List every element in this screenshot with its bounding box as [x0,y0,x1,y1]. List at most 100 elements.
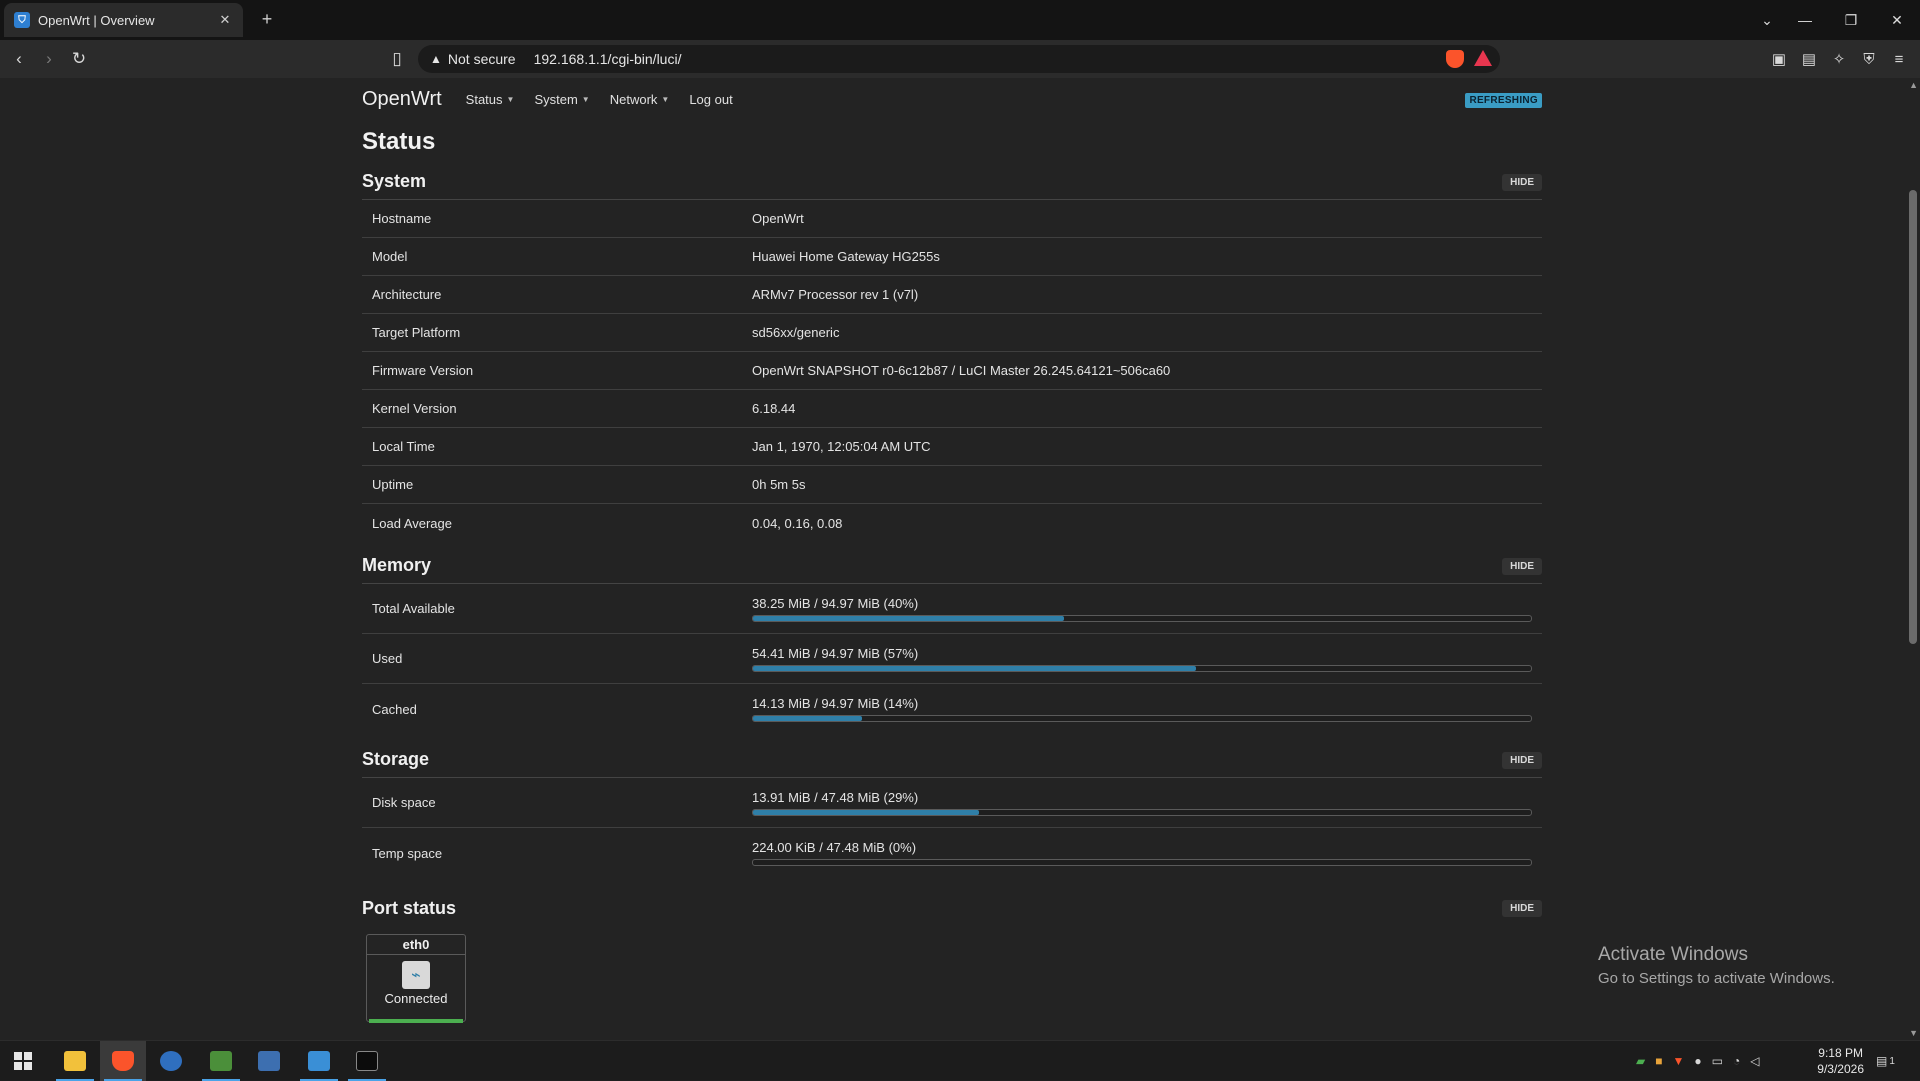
close-tab-icon[interactable]: ✕ [217,12,233,28]
table-row: Uptime 0h 5m 5s [362,466,1542,504]
table-row: Hostname OpenWrt [362,200,1542,238]
reload-icon[interactable]: ↻ [66,46,92,72]
luci-container: OpenWrt Status ▼ System ▼ Network ▼ Log out… [362,78,1542,1030]
close-window-button[interactable]: ✕ [1874,0,1920,40]
progress-bar [752,808,1532,816]
progress-bar [752,715,1532,722]
page-scrollbar[interactable]: ▲ ▼ [1906,78,1920,1040]
notification-icon: ▤ [1876,1054,1888,1068]
leo-ai-icon[interactable]: ✧ [1828,48,1850,70]
clock-time: 9:18 PM [1818,1046,1863,1060]
section-header: System HIDE [362,164,1542,200]
taskbar-file-explorer[interactable] [52,1041,98,1081]
taskbar-app-5[interactable] [246,1041,292,1081]
sidebar-icon[interactable]: ▣ [1768,48,1790,70]
progress-fill [753,716,862,721]
security-label[interactable]: Not secure [448,51,516,67]
menu-icon[interactable]: ≡ [1888,48,1910,70]
app-tray-icon[interactable]: ■ [1655,1054,1662,1068]
hide-storage-button[interactable]: HIDE [1502,752,1542,769]
brave-rewards-icon[interactable] [1474,50,1492,66]
taskbar-app-4[interactable] [198,1041,244,1081]
bookmark-icon[interactable]: ▯ [384,46,410,72]
new-tab-button[interactable]: + [256,8,278,30]
brave-tray-icon[interactable]: ▼ [1672,1054,1684,1068]
brave-shields-icon[interactable] [1446,50,1464,68]
restore-button[interactable]: ❐ [1828,0,1874,40]
taskbar-app-6[interactable] [296,1041,342,1081]
storage-section: Storage HIDE Disk space 13.91 MiB / 47.4… [362,742,1542,878]
menu-network[interactable]: Network ▼ [610,92,670,107]
taskbar-app-3[interactable] [148,1041,194,1081]
system-section: System HIDE Hostname OpenWrt Model Huawei … [362,164,1542,542]
row-value: 38.25 MiB / 94.97 MiB (40%) [752,596,1542,622]
hide-memory-button[interactable]: HIDE [1502,558,1542,575]
hide-system-button[interactable]: HIDE [1502,174,1542,191]
row-value: ARMv7 Processor rev 1 (v7l) [752,287,919,302]
usb-tool-icon [210,1051,232,1071]
refreshing-badge[interactable]: REFRESHING [1465,93,1542,108]
progress-bar [752,859,1532,866]
usage-text: 13.91 MiB / 47.48 MiB (29%) [752,789,919,805]
section-title: Storage [362,749,430,769]
back-icon[interactable]: ‹ [6,46,32,72]
section-header: Memory HIDE [362,548,1542,584]
url-text[interactable]: 192.168.1.1/cgi-bin/luci/ [534,51,682,67]
progress-bar [752,664,1532,672]
scrollbar-thumb[interactable] [1909,190,1917,644]
caret-down-icon: ▼ [506,94,515,104]
row-key: Model [372,249,408,264]
menu-logout[interactable]: Log out [689,92,732,107]
taskbar-brave[interactable] [100,1041,146,1081]
address-bar[interactable]: ▲ Not secure 192.168.1.1/cgi-bin/luci/ [418,45,1500,73]
row-value: 224.00 KiB / 47.48 MiB (0%) [752,840,1542,866]
row-key: Hostname [372,211,432,226]
port-card-eth0: eth0 ⌁ Connected [366,934,466,1023]
progress-bar [752,614,1532,622]
scroll-up-icon[interactable]: ▲ [1909,80,1918,90]
brave-icon [112,1051,134,1071]
row-key: Total Available [372,601,455,616]
notification-center-button[interactable]: ▤ 1 [1876,1041,1895,1081]
table-row: Temp space 224.00 KiB / 47.48 MiB (0%) [362,828,1542,878]
taskbar-clock[interactable]: 9:18 PM 9/3/2026 [1817,1045,1864,1077]
row-value: OpenWrt SNAPSHOT r0-6c12b87 / LuCI Maste… [752,363,1171,378]
minimize-button[interactable]: — [1782,0,1828,40]
menu-status[interactable]: Status ▼ [466,92,515,107]
row-value: 6.18.44 [752,401,796,416]
page-viewport: OpenWrt Status ▼ System ▼ Network ▼ Log out… [0,78,1920,1040]
network-connections-icon [258,1051,280,1071]
start-button[interactable] [0,1041,46,1081]
table-row: Load Average 0.04, 0.16, 0.08 [362,504,1542,542]
usb-tray-icon[interactable]: ▰ [1636,1054,1645,1068]
usage-text: 54.41 MiB / 94.97 MiB (57%) [752,645,919,661]
vpn-icon[interactable]: ⛨ [1858,48,1880,70]
volume-muted-icon[interactable]: ◁ [1750,1054,1759,1068]
menu-system[interactable]: System ▼ [534,92,589,107]
wallet-icon[interactable]: ▤ [1798,48,1820,70]
port-name: eth0 [367,935,465,955]
browser-toolbar: ‹ › ↻ ▯ ▲ Not secure 192.168.1.1/cgi-bin… [0,40,1920,78]
page-title: Status [362,128,436,155]
row-key: Uptime [372,477,414,492]
taskbar-terminal[interactable] [344,1041,390,1081]
wifi-icon[interactable]: ◔ [1733,1054,1740,1068]
caret-down-icon: ▼ [581,94,590,104]
battery-icon[interactable]: ▭ [1712,1054,1723,1068]
row-value: 54.41 MiB / 94.97 MiB (57%) [752,646,1542,672]
row-key: Firmware Version [372,363,474,378]
browser-tab[interactable]: ⛉ OpenWrt | Overview ✕ [4,3,243,37]
hide-port-status-button[interactable]: HIDE [1502,900,1542,917]
clock-date: 9/3/2026 [1817,1062,1864,1076]
brand-logo[interactable]: OpenWrt [362,88,442,111]
scroll-down-icon[interactable]: ▼ [1909,1028,1918,1038]
section-title: Port status [362,897,457,918]
watermark-subtitle: Go to Settings to activate Windows. [1598,970,1835,987]
forward-icon[interactable]: › [36,46,62,72]
row-key: Architecture [372,287,442,302]
ethernet-port-icon: ⌁ [402,961,430,989]
section-header: Port status HIDE [362,890,1542,926]
watermark-title: Activate Windows [1598,944,1748,965]
table-row: Firmware Version OpenWrt SNAPSHOT r0-6c12… [362,352,1542,390]
droplet-tray-icon[interactable]: ● [1694,1054,1701,1068]
